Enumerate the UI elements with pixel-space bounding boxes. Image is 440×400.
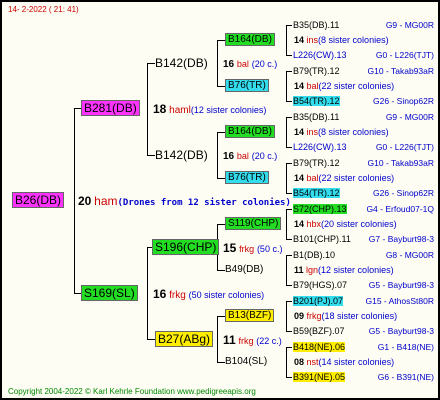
gen4-line-1: G9 - MG00R (385, 20, 434, 30)
gen4-queen-4[interactable]: B54(TR).12 (293, 95, 340, 107)
gen4-queen-12[interactable]: B79(HGS).07 (293, 279, 347, 291)
gen3-queen-2[interactable]: B76(TR) (225, 79, 269, 92)
gen4-line-10: G7 - Bayburt98-3 (368, 234, 434, 244)
gen3-queen-7[interactable]: B13(BZF) (225, 309, 275, 322)
gen2-queen-2[interactable]: B142(DB) (155, 149, 208, 161)
gen4-line-14: G5 - Bayburt98-3 (368, 326, 434, 336)
gen4-queen-8[interactable]: B54(TR).12 (293, 187, 340, 199)
gen4-line-6: G0 - L226(TJT) (375, 142, 434, 152)
gen3-drones-3: 16 bal (20 c.) (223, 151, 278, 162)
gen4-drones-4: 14 bal(22 sister colonies) (294, 173, 395, 183)
date-header: 14- 2-2022 ( 21: 41) (8, 5, 79, 14)
gen4-line-2: G0 - L226(TJT) (375, 50, 434, 60)
gen4-queen-10[interactable]: B101(CHP).11 (293, 233, 351, 245)
gen1-drones-1: 18 haml(12 sister colonies) (153, 102, 267, 116)
gen1-queen-1[interactable]: B281(DB) (81, 100, 140, 116)
gen4-drones-5: 14 hbx(20 sister colonies) (294, 219, 397, 229)
gen4-drones-1: 14 ins(8 sister colonies) (294, 35, 389, 45)
gen4-line-7: G10 - Takab93aR (367, 158, 434, 168)
gen4-queen-3[interactable]: B79(TR).12 (293, 65, 340, 77)
gen2-queen-3[interactable]: S196(CHP) (152, 239, 220, 255)
gen2-queen-4[interactable]: B27(ABg) (155, 331, 214, 347)
copyright-footer: Copyright 2004-2022 © Karl Kehrle Founda… (8, 387, 256, 396)
gen4-queen-6[interactable]: L226(CW).13 (293, 141, 347, 153)
gen4-line-3: G10 - Takab93aR (367, 66, 434, 76)
root-queen[interactable]: B26(DB) (12, 192, 65, 208)
gen1-queen-2[interactable]: S169(SL) (81, 285, 138, 301)
gen4-queen-1[interactable]: B35(DB).11 (293, 19, 339, 31)
gen4-queen-9[interactable]: S72(CHP).13 (293, 203, 347, 215)
gen4-drones-2: 14 bal(22 sister colonies) (294, 81, 395, 91)
gen4-drones-6: 11 lgn(12 sister colonies) (294, 265, 394, 275)
gen3-queen-4[interactable]: B76(TR) (225, 171, 269, 184)
gen4-queen-2[interactable]: L226(CW).13 (293, 49, 347, 61)
gen2-drones-4: 11 frkg (22 c.) (223, 333, 282, 347)
gen4-line-11: G8 - MG00R (385, 250, 434, 260)
gen4-queen-15[interactable]: B418(NE).06 (293, 341, 346, 353)
gen4-line-12: G5 - Bayburt98-3 (368, 280, 434, 290)
root-drones: 20 ham(Drones from 12 sister colonies) (78, 194, 291, 208)
gen3-queen-3[interactable]: B164(DB) (225, 125, 275, 138)
gen3-queen-6[interactable]: B49(DB) (225, 264, 263, 276)
gen3-queen-1[interactable]: B164(DB) (225, 33, 275, 46)
gen4-line-8: G26 - Sinop62R (373, 188, 434, 198)
gen4-queen-7[interactable]: B79(TR).12 (293, 157, 340, 169)
gen3-drones-1: 16 bal (20 c.) (223, 59, 278, 70)
gen4-line-9: G4 - Erfoud07-1Q (366, 204, 434, 214)
gen3-queen-5[interactable]: S119(CHP) (225, 217, 282, 230)
gen4-queen-14[interactable]: B59(BZF).07 (293, 325, 345, 337)
gen4-queen-5[interactable]: B35(DB).11 (293, 111, 339, 123)
gen4-drones-8: 08 nst(14 sister colonies) (294, 357, 395, 367)
gen4-line-4: G26 - Sinop62R (373, 96, 434, 106)
gen4-line-15: G1 - B418(NE) (377, 342, 434, 352)
gen4-line-16: G6 - B391(NE) (377, 372, 434, 382)
gen4-drones-3: 14 ins(8 sister colonies) (294, 127, 389, 137)
gen4-line-13: G15 - AthosSt80R (365, 296, 434, 306)
gen3-queen-8[interactable]: B104(SL) (225, 356, 267, 368)
gen2-drones-3: 15 frkg (50 c.) (223, 241, 283, 255)
gen4-queen-13[interactable]: B201(PJ).07 (293, 295, 344, 307)
gen4-queen-11[interactable]: B1(DB).10 (293, 249, 335, 261)
gen4-line-5: G9 - MG00R (385, 112, 434, 122)
gen4-drones-7: 09 frkg(18 sister colonies) (294, 311, 398, 321)
pedigree-page: { "header":{"date":"14- 2-2022 ( 21: 41)… (0, 0, 440, 400)
gen1-drones-2: 16 frkg (50 sister colonies) (153, 287, 265, 301)
gen4-queen-16[interactable]: B391(NE).05 (293, 371, 346, 383)
gen2-queen-1[interactable]: B142(DB) (155, 57, 208, 69)
